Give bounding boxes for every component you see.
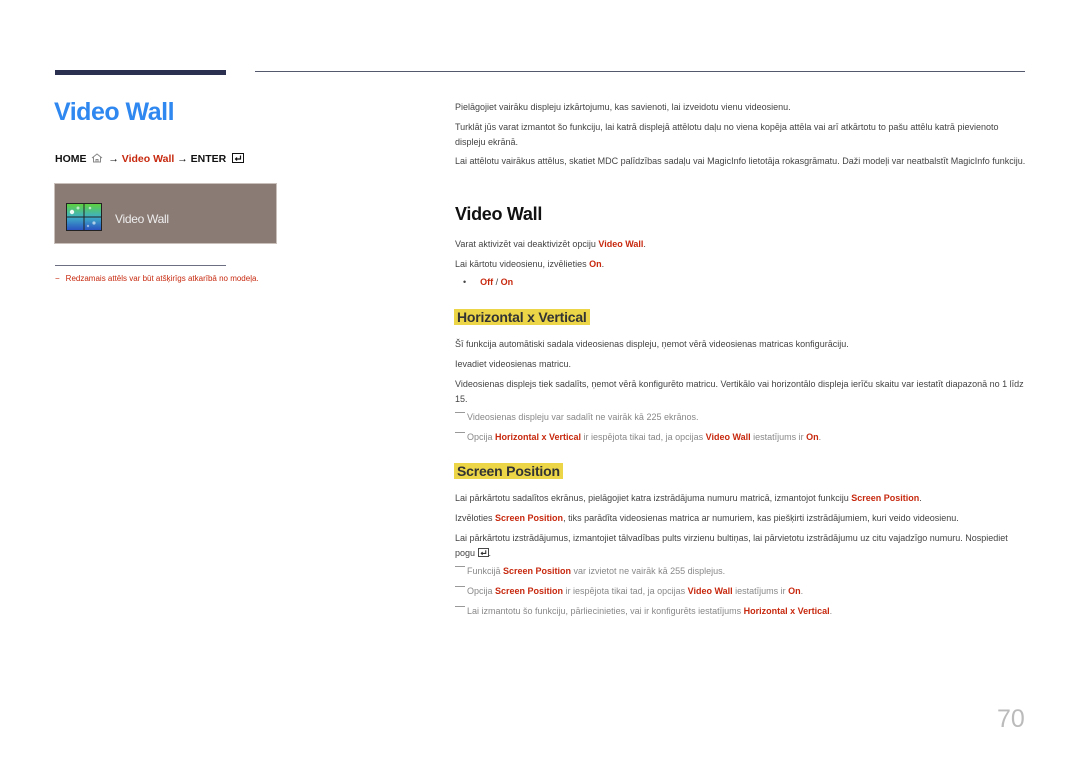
video-wall-paragraph-2: Lai kārtotu videosienu, izvēlieties On. xyxy=(455,259,605,269)
section-heading-horizontal-x-vertical: Horizontal x Vertical xyxy=(454,309,590,325)
breadcrumb: HOME → Video Wall → ENTER xyxy=(55,153,245,165)
video-wall-menu-preview: Video Wall xyxy=(54,183,277,244)
hxv-paragraph-3: Videosienas displejs tiek sadalīts, ņemo… xyxy=(455,379,1024,404)
sp-note-3: Lai izmantotu šo funkciju, pārliecinieti… xyxy=(455,606,832,616)
option-off: Off xyxy=(480,277,494,287)
page-number: 70 xyxy=(997,705,1025,733)
sp-note-2: Opcija Screen Position ir iespējota tika… xyxy=(455,586,803,596)
enter-icon xyxy=(232,153,245,163)
footnote-dash: − xyxy=(55,274,60,283)
page-title: Video Wall xyxy=(54,98,175,126)
sp-note-1: Funkcijā Screen Position var izvietot ne… xyxy=(455,566,725,576)
section-heading-video-wall: Video Wall xyxy=(455,204,543,224)
hxv-note-2: Opcija Horizontal x Vertical ir iespējot… xyxy=(455,432,821,442)
option-on: On xyxy=(500,277,514,287)
footnote: − Redzamais attēls var būt atšķirīgs atka… xyxy=(55,274,259,283)
video-wall-paragraph-1: Varat aktivizēt vai deaktivizēt opciju V… xyxy=(455,239,646,249)
breadcrumb-enter: ENTER xyxy=(190,153,227,165)
intro-paragraph-3: Lai attēlotu vairākus attēlus, skatiet M… xyxy=(455,156,1026,166)
section-heading-screen-position: Screen Position xyxy=(454,463,563,479)
header-rule-thick xyxy=(55,70,226,75)
home-icon xyxy=(92,153,103,163)
sp-paragraph-3: Lai pārkārtotu izstrādājumus, izmantojie… xyxy=(455,533,1008,558)
breadcrumb-arrow: → xyxy=(177,153,188,165)
sp-paragraph-2: Izvēloties Screen Position, tiks parādīt… xyxy=(455,513,959,523)
sp-paragraph-1: Lai pārkārtotu sadalītos ekrānus, pielāg… xyxy=(455,493,922,503)
hxv-note-1: Videosienas displeju var sadalīt ne vair… xyxy=(455,412,698,422)
footnote-text: Redzamais attēls var būt atšķirīgs atkar… xyxy=(65,274,259,283)
intro-paragraph-1: Pielāgojiet vairāku displeju izkārtojumu… xyxy=(455,102,791,112)
breadcrumb-arrow: → xyxy=(108,153,119,165)
footnote-rule xyxy=(55,265,226,266)
video-wall-options: • Off / On xyxy=(463,277,514,287)
intro-paragraph-2: Turklāt jūs varat izmantot šo funkciju, … xyxy=(455,122,999,147)
hxv-paragraph-1: Šī funkcija automātiski sadala videosien… xyxy=(455,339,849,349)
breadcrumb-home: HOME xyxy=(55,153,87,165)
hxv-paragraph-2: Ievadiet videosienas matricu. xyxy=(455,359,572,369)
preview-label: Video Wall xyxy=(115,212,169,226)
header-rule-thin xyxy=(255,71,1025,72)
breadcrumb-video-wall: Video Wall xyxy=(121,153,175,165)
enter-icon xyxy=(477,548,489,557)
video-wall-icon xyxy=(66,203,102,231)
